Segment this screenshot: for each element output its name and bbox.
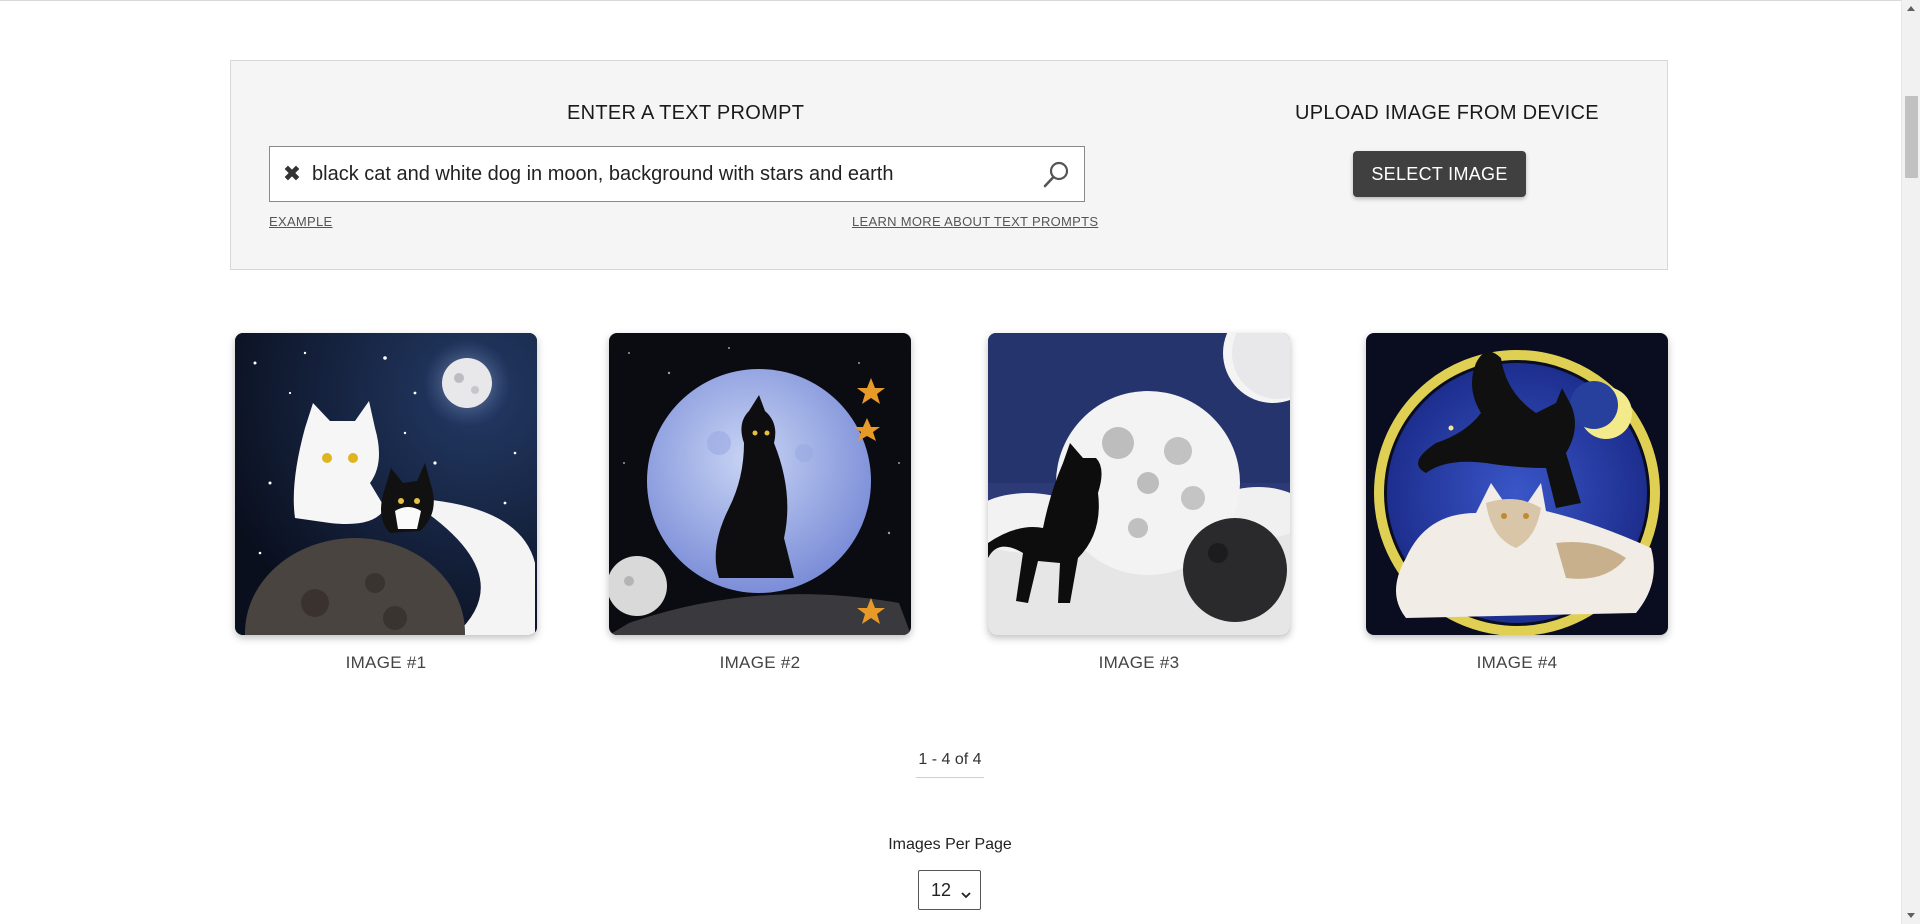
select-image-button[interactable]: SELECT IMAGE [1353,151,1526,197]
image-caption: IMAGE #1 [345,653,427,672]
image-card-2[interactable]: IMAGE #2 [609,333,911,673]
image-card-3[interactable]: IMAGE #3 [988,333,1290,673]
image-card-4[interactable]: IMAGE #4 [1366,333,1668,673]
image-thumbnail[interactable] [235,333,537,635]
images-per-page-label: Images Per Page [888,836,1012,853]
prompt-panel: ENTER A TEXT PROMPT ✖ black cat and whit… [230,60,1668,270]
image-thumbnail[interactable] [988,333,1290,635]
images-per-page-value[interactable]: 12 [931,880,951,901]
image-card-1[interactable]: IMAGE #1 [235,333,537,673]
image-caption: IMAGE #4 [1476,653,1558,672]
image-thumbnail[interactable] [609,333,911,635]
chevron-down-icon[interactable] [961,884,971,899]
image-caption: IMAGE #2 [719,653,801,672]
page-scrollbar[interactable] [1901,0,1920,924]
top-divider [0,0,1901,1]
scroll-down-arrow-icon[interactable] [1902,907,1920,924]
images-per-page-select[interactable]: 12 [918,870,981,910]
text-prompt-heading: ENTER A TEXT PROMPT [567,102,805,124]
image-caption: IMAGE #3 [1098,653,1180,672]
scroll-up-arrow-icon[interactable] [1902,0,1920,17]
scrollbar-thumb[interactable] [1905,96,1918,178]
search-input[interactable]: ✖ black cat and white dog in moon, backg… [269,146,1085,202]
close-icon[interactable]: ✖ [280,160,304,188]
example-link[interactable]: EXAMPLE [269,214,333,229]
upload-heading: UPLOAD IMAGE FROM DEVICE [1295,102,1599,124]
learn-more-link[interactable]: LEARN MORE ABOUT TEXT PROMPTS [852,214,1098,229]
search-icon[interactable] [1040,159,1072,191]
image-thumbnail[interactable] [1366,333,1668,635]
pagination-range: 1 - 4 of 4 [916,751,984,778]
search-input-value[interactable]: black cat and white dog in moon, backgro… [312,163,893,186]
